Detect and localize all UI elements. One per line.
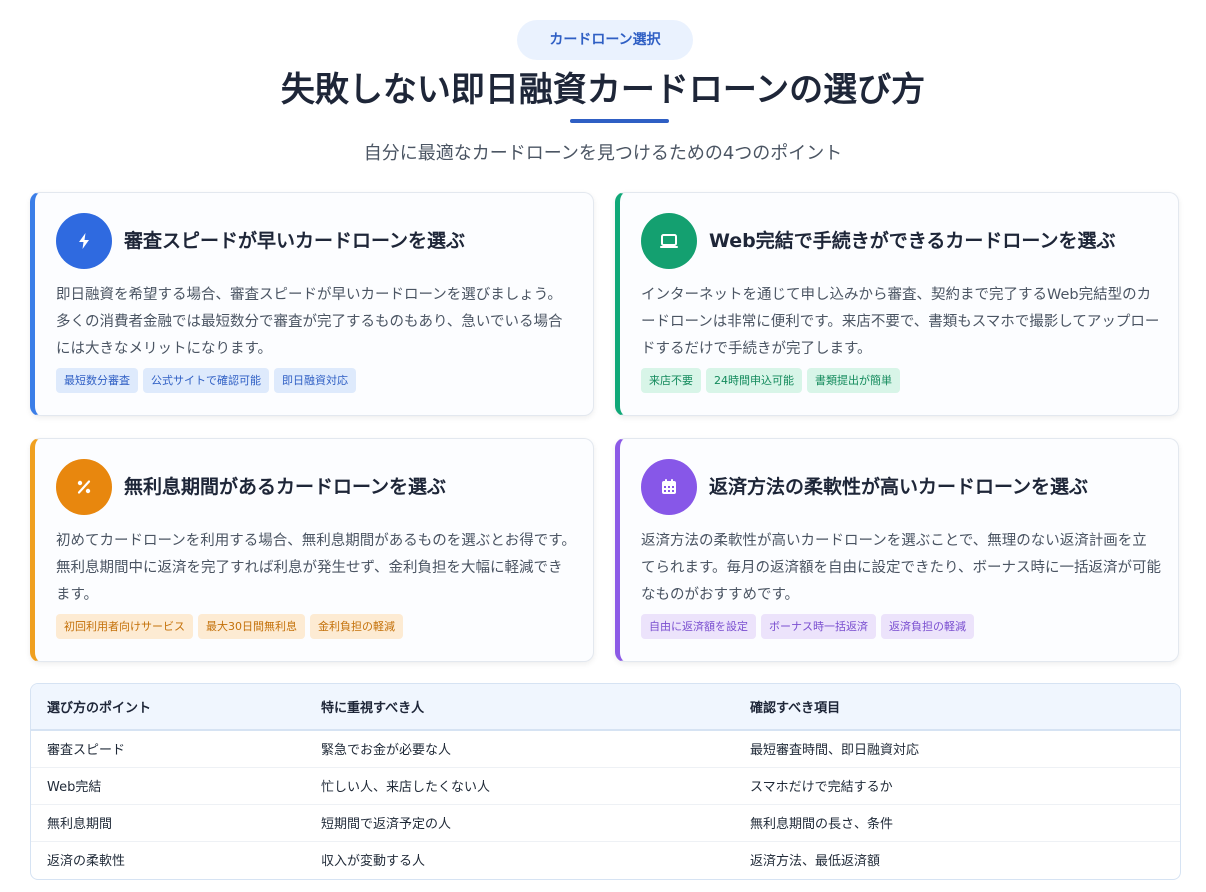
- table-row: Web完結 忙しい人、来店したくない人 スマホだけで完結するか: [31, 767, 1180, 805]
- point-card-web: Web完結で手続きができるカードローンを選ぶ インターネットを通じて申し込みから…: [615, 192, 1179, 416]
- page-title: 失敗しない即日融資カードローンの選び方: [280, 70, 926, 110]
- tag: 公式サイトで確認可能: [143, 368, 269, 393]
- tag: 返済負担の軽減: [881, 614, 974, 639]
- tag: 自由に返済額を設定: [641, 614, 756, 639]
- point-card-repayment: 返済方法の柔軟性が高いカードローンを選ぶ 返済方法の柔軟性が高いカードローンを選…: [615, 438, 1179, 662]
- table-cell: 返済の柔軟性: [47, 854, 126, 870]
- table-cell: 無利息期間: [31, 804, 321, 842]
- card-body: インターネットを通じて申し込みから審査、契約まで完了するWeb完結型のカードロー…: [641, 287, 1160, 357]
- tag-list: 自由に返済額を設定 ボーナス時一括返済 返済負担の軽減: [641, 614, 974, 639]
- table-cell: 最短審査時間、即日融資対応: [750, 730, 1180, 768]
- title-underline: [570, 119, 669, 123]
- tag: 金利負担の軽減: [310, 614, 403, 639]
- card-body: 即日融資を希望する場合、審査スピードが早いカードローンを選びましょう。多くの消費…: [56, 287, 563, 357]
- card-title: 無利息期間があるカードローンを選ぶ: [124, 476, 447, 498]
- percent-icon: [56, 459, 112, 515]
- point-card-speed: 審査スピードが早いカードローンを選ぶ 即日融資を希望する場合、審査スピードが早い…: [30, 192, 594, 416]
- page-subtitle: 自分に最適なカードローンを見つけるための4つのポイント: [363, 143, 843, 164]
- tag: 書類提出が簡単: [807, 368, 900, 393]
- table-cell: 審査スピード: [31, 730, 321, 768]
- table-cell: 収入が変動する人: [321, 854, 426, 870]
- lightning-icon: [56, 213, 112, 269]
- calendar-icon: [641, 459, 697, 515]
- column-header: 選び方のポイント: [31, 684, 321, 731]
- laptop-icon: [641, 213, 697, 269]
- table-cell: 短期間で返済予定の人: [321, 804, 750, 842]
- tag: 即日融資対応: [274, 368, 356, 393]
- card-body: 初めてカードローンを利用する場合、無利息期間があるものを選ぶとお得です。無利息期…: [56, 533, 576, 603]
- table-cell: 無利息期間の長さ、条件: [750, 804, 1180, 842]
- card-title: 審査スピードが早いカードローンを選ぶ: [124, 230, 466, 252]
- tag: ボーナス時一括返済: [761, 614, 876, 639]
- tag: 24時間申込可能: [706, 368, 802, 393]
- table-cell: スマホだけで完結するか: [750, 767, 1180, 805]
- tag: 初回利用者向けサービス: [56, 614, 193, 639]
- column-header: 確認すべき項目: [750, 684, 1180, 731]
- card-title: 返済方法の柔軟性が高いカードローンを選ぶ: [709, 476, 1089, 498]
- tag-list: 最短数分審査 公式サイトで確認可能 即日融資対応: [56, 368, 356, 393]
- table-header-row: 選び方のポイント 特に重視すべき人 確認すべき項目: [31, 684, 1180, 731]
- card-title: Web完結で手続きができるカードローンを選ぶ: [709, 230, 1116, 252]
- table-cell: 緊急でお金が必要な人: [321, 730, 750, 768]
- tag: 最大30日間無利息: [198, 614, 305, 639]
- tag: 最短数分審査: [56, 368, 138, 393]
- card-body: 返済方法の柔軟性が高いカードローンを選ぶことで、無理のない返済計画を立てられます…: [641, 533, 1161, 603]
- category-badge: カードローン選択: [517, 20, 693, 60]
- tag: 来店不要: [641, 368, 701, 393]
- table-row: 無利息期間 短期間で返済予定の人 無利息期間の長さ、条件: [31, 804, 1180, 842]
- table-cell: 忙しい人、来店したくない人: [321, 767, 750, 805]
- point-card-interest-free: 無利息期間があるカードローンを選ぶ 初めてカードローンを利用する場合、無利息期間…: [30, 438, 594, 662]
- table-row: 返済の柔軟性 収入が変動する人 返済方法、最低返済額: [31, 841, 1180, 878]
- tag-list: 初回利用者向けサービス 最大30日間無利息 金利負担の軽減: [56, 614, 403, 639]
- table-cell: 返済方法、最低返済額: [750, 854, 881, 870]
- table-cell: Web完結: [31, 767, 321, 805]
- tag-list: 来店不要 24時間申込可能 書類提出が簡単: [641, 368, 900, 393]
- column-header: 特に重視すべき人: [321, 684, 750, 731]
- table-row: 審査スピード 緊急でお金が必要な人 最短審査時間、即日融資対応: [31, 730, 1180, 768]
- comparison-table: 選び方のポイント 特に重視すべき人 確認すべき項目 審査スピード 緊急でお金が必…: [30, 683, 1181, 880]
